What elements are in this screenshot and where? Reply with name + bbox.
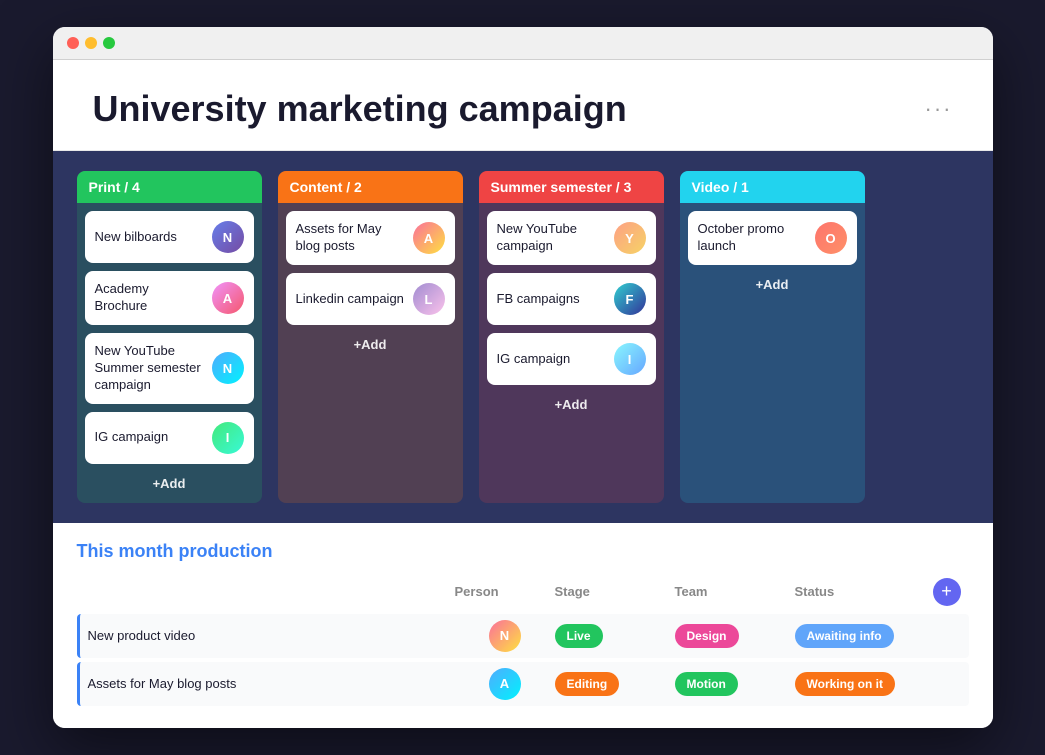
kanban-board: Print / 4New bilboardsNAcademy BrochureA… bbox=[53, 151, 993, 522]
avatar: Y bbox=[614, 222, 646, 254]
app-window: University marketing campaign ··· Print … bbox=[53, 27, 993, 727]
card-text: Assets for May blog posts bbox=[296, 221, 405, 255]
col-body-content: Assets for May blog postsA Linkedin campa… bbox=[278, 203, 463, 502]
col-body-print: New bilboardsNAcademy BrochureANew YouTu… bbox=[77, 203, 262, 502]
col-team: Team bbox=[675, 584, 795, 599]
col-stage: Stage bbox=[555, 584, 675, 599]
add-card-video[interactable]: +Add bbox=[688, 273, 857, 296]
kanban-card[interactable]: Academy BrochureA bbox=[85, 271, 254, 325]
add-card-summer[interactable]: +Add bbox=[487, 393, 656, 416]
col-header-print: Print / 4 bbox=[77, 171, 262, 203]
kanban-card[interactable]: Linkedin campaign L bbox=[286, 273, 455, 325]
row-team: Motion bbox=[675, 675, 795, 693]
stage-tag: Live bbox=[555, 624, 603, 648]
add-card-print[interactable]: +Add bbox=[85, 472, 254, 495]
card-text: IG campaign bbox=[95, 429, 204, 446]
col-body-summer: New YouTube campaignY FB campaigns F IG cam… bbox=[479, 203, 664, 502]
card-text: FB campaigns bbox=[497, 291, 606, 308]
kanban-card[interactable]: New bilboards N bbox=[85, 211, 254, 263]
avatar: I bbox=[212, 422, 244, 454]
team-tag: Motion bbox=[675, 672, 738, 696]
table-rows: New product video N Live Design Awaiting… bbox=[77, 614, 969, 706]
stage-tag: Editing bbox=[555, 672, 620, 696]
avatar: N bbox=[212, 221, 244, 253]
kanban-card[interactable]: Assets for May blog postsA bbox=[286, 211, 455, 265]
add-card-content[interactable]: +Add bbox=[286, 333, 455, 356]
col-header-video: Video / 1 bbox=[680, 171, 865, 203]
row-stage: Editing bbox=[555, 675, 675, 693]
card-text: New YouTube campaign bbox=[497, 221, 606, 255]
card-text: Academy Brochure bbox=[95, 281, 204, 315]
avatar: I bbox=[614, 343, 646, 375]
status-tag: Awaiting info bbox=[795, 624, 894, 648]
kanban-card[interactable]: FB campaigns F bbox=[487, 273, 656, 325]
row-team: Design bbox=[675, 627, 795, 645]
page-title: University marketing campaign bbox=[93, 88, 627, 130]
kanban-card[interactable]: IG campaign I bbox=[487, 333, 656, 385]
card-text: Linkedin campaign bbox=[296, 291, 405, 308]
row-name: Assets for May blog posts bbox=[88, 676, 455, 691]
card-text: October promo launch bbox=[698, 221, 807, 255]
kanban-card[interactable]: IG campaign I bbox=[85, 412, 254, 464]
row-avatar: A bbox=[455, 668, 555, 700]
col-header-content: Content / 2 bbox=[278, 171, 463, 203]
minimize-dot[interactable] bbox=[85, 37, 97, 49]
table-header: Person Stage Team Status + bbox=[77, 574, 969, 610]
card-text: IG campaign bbox=[497, 351, 606, 368]
avatar: N bbox=[212, 352, 244, 384]
card-text: New bilboards bbox=[95, 229, 204, 246]
table-row[interactable]: New product video N Live Design Awaiting… bbox=[77, 614, 969, 658]
header: University marketing campaign ··· bbox=[53, 60, 993, 151]
title-bar bbox=[53, 27, 993, 60]
more-button[interactable]: ··· bbox=[925, 96, 953, 122]
table-row[interactable]: Assets for May blog posts A Editing Moti… bbox=[77, 662, 969, 706]
status-tag: Working on it bbox=[795, 672, 895, 696]
avatar: A bbox=[212, 282, 244, 314]
avatar: F bbox=[614, 283, 646, 315]
kanban-col-content: Content / 2 Assets for May blog postsA Lin… bbox=[278, 171, 463, 502]
row-name: New product video bbox=[88, 628, 455, 643]
avatar: N bbox=[489, 620, 521, 652]
avatar: L bbox=[413, 283, 445, 315]
avatar: A bbox=[413, 222, 445, 254]
table-title: This month production bbox=[77, 541, 969, 562]
col-header-summer: Summer semester / 3 bbox=[479, 171, 664, 203]
table-section: This month production Person Stage Team … bbox=[53, 523, 993, 728]
row-stage: Live bbox=[555, 627, 675, 645]
kanban-col-video: Video / 1 October promo launchO +Add bbox=[680, 171, 865, 502]
kanban-col-print: Print / 4New bilboardsNAcademy BrochureA… bbox=[77, 171, 262, 502]
kanban-col-summer: Summer semester / 3New YouTube campaignY… bbox=[479, 171, 664, 502]
close-dot[interactable] bbox=[67, 37, 79, 49]
col-status: Status bbox=[795, 584, 925, 599]
kanban-card[interactable]: New YouTube campaignY bbox=[487, 211, 656, 265]
kanban-card[interactable]: New YouTube Summer semester campaignN bbox=[85, 333, 254, 404]
row-status: Working on it bbox=[795, 675, 925, 693]
add-row-button[interactable]: + bbox=[933, 578, 961, 606]
team-tag: Design bbox=[675, 624, 739, 648]
avatar: A bbox=[489, 668, 521, 700]
avatar: O bbox=[815, 222, 847, 254]
col-body-video: October promo launchO +Add bbox=[680, 203, 865, 502]
maximize-dot[interactable] bbox=[103, 37, 115, 49]
kanban-card[interactable]: October promo launchO bbox=[688, 211, 857, 265]
col-person: Person bbox=[455, 584, 555, 599]
row-status: Awaiting info bbox=[795, 627, 925, 645]
card-text: New YouTube Summer semester campaign bbox=[95, 343, 204, 394]
row-avatar: N bbox=[455, 620, 555, 652]
